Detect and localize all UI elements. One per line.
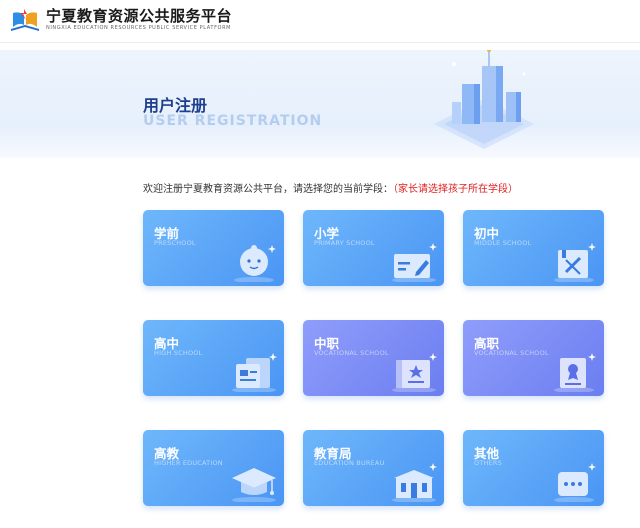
baby-face-icon <box>234 245 276 282</box>
stage-card-high[interactable]: 高中 HIGH SCHOOL <box>143 320 284 396</box>
registration-banner <box>0 50 640 158</box>
document-icon <box>232 353 277 392</box>
stage-label-en: OTHERS <box>474 459 502 467</box>
stage-card-vocational[interactable]: 中职 VOCATIONAL SCHOOL <box>303 320 444 396</box>
intro-parent-note: （家长请选择孩子所在学段） <box>393 184 518 195</box>
ruler-pencil-icon <box>554 243 596 282</box>
site-header: 宁夏教育资源公共服务平台 NINGXIA EDUCATION RESOURCES… <box>0 0 640 43</box>
stage-label-en: HIGHER EDUCATION <box>154 459 223 467</box>
stage-card-others[interactable]: 其他 OTHERS <box>463 430 604 506</box>
stage-card-education-bureau[interactable]: 教育局 EDUCATION BUREAU <box>303 430 444 506</box>
stage-card-higher-vocational[interactable]: 高职 VOCATIONAL SCHOOL <box>463 320 604 396</box>
intro-text: 欢迎注册宁夏教育资源公共平台，请选择您的当前学段：（家长请选择孩子所在学段） <box>143 180 518 195</box>
certificate-icon <box>392 353 437 392</box>
chat-bubble-icon <box>554 463 596 502</box>
stage-label-en: MIDDLE SCHOOL <box>474 239 532 247</box>
site-title: 宁夏教育资源公共服务平台 <box>46 7 233 25</box>
stage-card-preschool[interactable]: 学前 PRESCHOOL <box>143 210 284 286</box>
building-icon <box>392 463 437 502</box>
stage-label-en: HIGH SCHOOL <box>154 349 203 357</box>
stage-label-en: PRIMARY SCHOOL <box>314 239 375 247</box>
stage-label-en: VOCATIONAL SCHOOL <box>314 349 389 357</box>
platform-logo-icon[interactable] <box>8 5 42 33</box>
stage-card-primary[interactable]: 小学 PRIMARY SCHOOL <box>303 210 444 286</box>
graduation-cap-icon <box>232 468 276 502</box>
stage-label-en: PRESCHOOL <box>154 239 196 247</box>
stage-label-en: EDUCATION BUREAU <box>314 459 385 467</box>
stage-label-en: VOCATIONAL SCHOOL <box>474 349 549 357</box>
site-subtitle: NINGXIA EDUCATION RESOURCES PUBLIC SERVI… <box>46 25 232 31</box>
award-certificate-icon <box>554 353 596 392</box>
city-illustration-icon <box>434 50 534 149</box>
intro-prompt: 欢迎注册宁夏教育资源公共平台，请选择您的当前学段： <box>143 184 393 195</box>
stage-card-middle[interactable]: 初中 MIDDLE SCHOOL <box>463 210 604 286</box>
stage-card-higher-education[interactable]: 高教 HIGHER EDUCATION <box>143 430 284 506</box>
pencil-card-icon <box>392 243 437 282</box>
page-subtitle: USER REGISTRATION <box>143 113 323 129</box>
